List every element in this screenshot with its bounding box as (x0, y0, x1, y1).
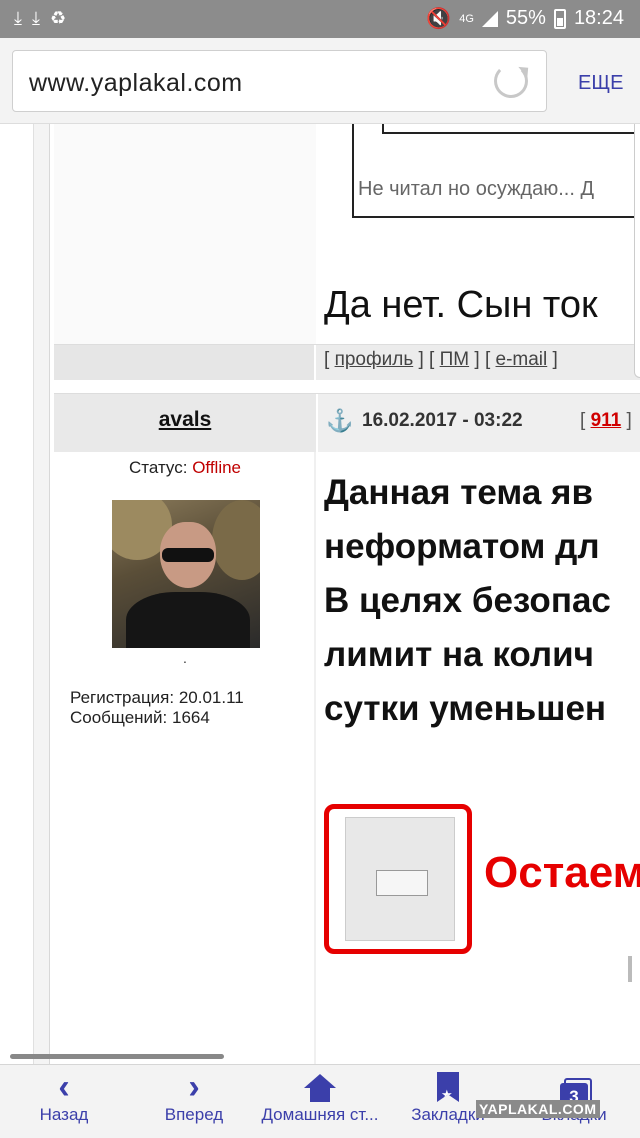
avatar[interactable] (112, 500, 260, 648)
recycle-icon: ♻ (49, 8, 67, 28)
post-line: В целях безопас (324, 581, 611, 620)
horizontal-scrollbar[interactable] (10, 1054, 224, 1059)
avatar-caption: . (183, 650, 187, 666)
banner-image[interactable] (324, 804, 472, 954)
quote-text: Не читал но осуждаю... Д (358, 178, 595, 200)
more-menu-button[interactable]: ЕЩЕ (578, 72, 623, 95)
web-page: Не читал но осуждаю... Д Да нет. Сын ток… (0, 124, 640, 1064)
user-links: [ профиль ] [ ПМ ] [ e-mail ] (324, 349, 558, 370)
avatar-body (126, 592, 250, 648)
url-text: www.yaplakal.com (29, 69, 243, 97)
reload-icon[interactable] (494, 64, 528, 98)
registration-date: Регистрация: 20.01.11 (70, 688, 244, 707)
notification-icons: ⤓ ⤓ ♻ (14, 8, 66, 29)
post-author-header: avals (54, 394, 316, 452)
prev-post-footer: [ профиль ] [ ПМ ] [ e-mail ] (54, 344, 640, 381)
forward-button[interactable]: › Вперед (146, 1065, 242, 1138)
post-line: сутки уменьшен (324, 689, 607, 728)
profile-link[interactable]: профиль (335, 349, 414, 370)
battery-percent: 55% (505, 7, 546, 29)
post-number: [ 911 ] (580, 410, 632, 431)
post-number-link[interactable]: 911 (591, 410, 622, 431)
home-button[interactable]: Домашняя ст... (254, 1065, 386, 1138)
email-link[interactable]: e-mail (496, 349, 548, 370)
post-line: Данная тема яв (324, 473, 593, 512)
back-button[interactable]: ‹ Назад (16, 1065, 112, 1138)
prev-post-footer-left (54, 345, 316, 381)
anchor-icon[interactable]: ⚓ (326, 408, 353, 434)
post-line: лимит на колич (324, 635, 594, 674)
network-type: 4G (459, 12, 474, 25)
notebook-label (376, 870, 428, 896)
user-stats: Регистрация: 20.01.11 Сообщений: 1664 (70, 688, 244, 728)
post-text: Данная тема яв неформатом дл В целях без… (324, 466, 611, 736)
clock: 18:24 (573, 7, 624, 29)
avatar-glasses (162, 548, 214, 562)
status-bar: ⤓ ⤓ ♻ 🔇 4G 55% 18:24 (0, 0, 640, 38)
bookmark-star-icon (437, 1072, 459, 1102)
download-icon: ⤓ (14, 8, 22, 28)
pm-link[interactable]: ПМ (440, 349, 469, 370)
prev-post-quote: Не читал но осуждаю... Д (352, 124, 640, 218)
signal-icon (481, 10, 498, 27)
nested-quote (382, 124, 640, 134)
user-info-column: Статус: Offline . Регистрация: 20.01.11 … (54, 452, 316, 1064)
chevron-right-icon: › (188, 1068, 200, 1106)
browser-toolbar: www.yaplakal.com ЕЩЕ (0, 38, 640, 124)
post-meta-header: ⚓ 16.02.2017 - 03:22 [ 911 ] (318, 394, 640, 452)
message-count: Сообщений: 1664 (70, 708, 210, 727)
post-body: Данная тема яв неформатом дл В целях без… (318, 124, 640, 1064)
system-indicators: 🔇 4G 55% 18:24 (426, 6, 624, 31)
author-name-link[interactable]: avals (54, 408, 316, 432)
banner-text: Остаем (484, 848, 640, 897)
notebook-icon (345, 817, 455, 941)
vertical-scroll-thumb[interactable] (634, 124, 640, 378)
home-icon (304, 1074, 336, 1102)
site-watermark: YAPLAKAL.COM (476, 1100, 600, 1118)
url-field[interactable]: www.yaplakal.com (12, 50, 547, 112)
chevron-left-icon: ‹ (58, 1068, 70, 1106)
user-status: Статус: Offline (128, 458, 242, 477)
prev-post-text: Да нет. Сын ток (324, 284, 598, 326)
download-icon-2: ⤓ (31, 8, 40, 28)
page-gutter (33, 124, 50, 1064)
post-date: 16.02.2017 - 03:22 (362, 410, 523, 431)
battery-icon (553, 8, 566, 29)
prev-post-user-column (54, 124, 316, 344)
mute-icon: 🔇 (426, 8, 452, 30)
avatar-bg-tree-2 (212, 500, 260, 580)
status-offline: Offline (192, 458, 242, 477)
text-cursor (628, 956, 632, 982)
post-line: неформатом дл (324, 527, 600, 566)
post-divider (54, 380, 640, 394)
